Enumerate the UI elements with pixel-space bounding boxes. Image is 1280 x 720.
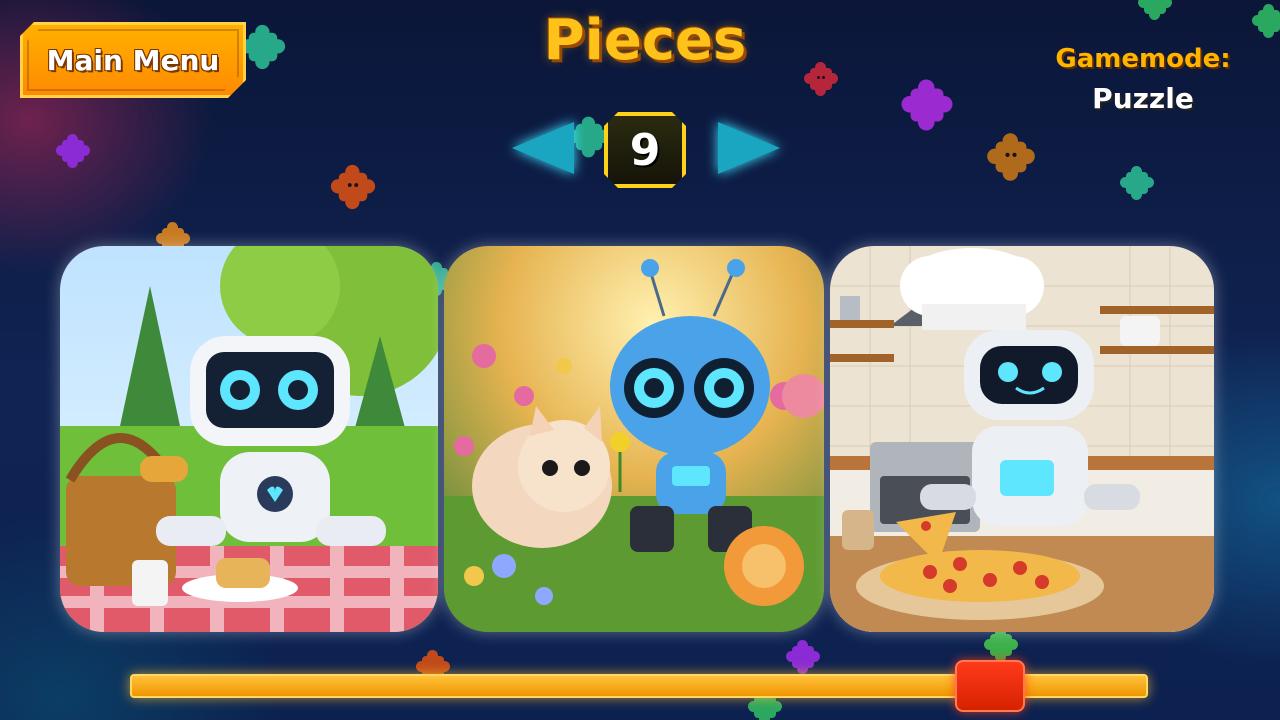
main-menu-label: Main Menu xyxy=(46,43,220,77)
jigsaw-piece-icon xyxy=(804,62,838,96)
chef-robot-image xyxy=(830,246,1214,632)
jigsaw-piece-icon xyxy=(330,164,376,210)
page-title: Pieces xyxy=(543,8,747,73)
jigsaw-piece-icon xyxy=(56,134,90,168)
gamemode-value: Puzzle xyxy=(1092,82,1194,115)
puzzle-card-kitchen[interactable] xyxy=(830,246,1214,632)
right-arrow-icon[interactable] xyxy=(718,122,780,174)
gamemode-label: Gamemode: xyxy=(1055,44,1231,74)
jigsaw-piece-icon xyxy=(1252,4,1280,38)
picnic-robot-image xyxy=(60,246,438,632)
jigsaw-piece-icon xyxy=(901,79,953,131)
jigsaw-piece-icon xyxy=(240,24,286,70)
piece-count-value: 9 xyxy=(629,124,661,176)
piece-count-display: 9 xyxy=(604,112,686,188)
puzzle-card-picnic[interactable] xyxy=(60,246,438,632)
jigsaw-piece-icon xyxy=(984,628,1018,662)
jigsaw-piece-icon xyxy=(1120,166,1154,200)
main-menu-button[interactable]: Main Menu xyxy=(20,22,246,98)
left-arrow-icon[interactable] xyxy=(512,122,574,174)
garden-robot-image xyxy=(444,246,824,632)
jigsaw-piece-icon xyxy=(786,640,820,674)
jigsaw-piece-icon xyxy=(1138,0,1172,20)
piece-slider-handle[interactable] xyxy=(954,660,1025,712)
jigsaw-piece-icon xyxy=(568,116,610,158)
jigsaw-piece-icon xyxy=(987,133,1035,181)
puzzle-card-garden[interactable] xyxy=(444,246,824,632)
